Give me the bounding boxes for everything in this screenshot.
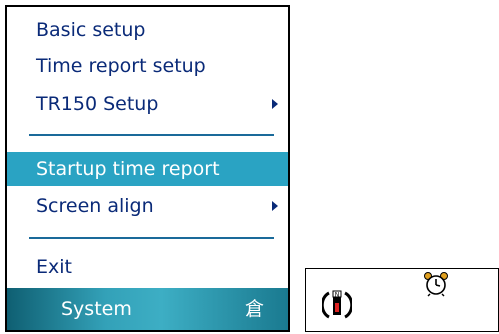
system-softkey[interactable]: System [61, 288, 132, 330]
submenu-arrow-icon [272, 99, 278, 109]
menu-item-label: TR150 Setup [36, 93, 159, 115]
menu-item-screen-align[interactable]: Screen align [7, 189, 288, 223]
menu-separator [29, 237, 274, 239]
menu-item-label: Exit [36, 256, 72, 278]
menu-item-tr150-setup[interactable]: TR150 Setup [7, 87, 288, 121]
menu-separator [29, 134, 274, 136]
softkey-bar: System 倉 [7, 288, 288, 330]
menu-item-basic-setup[interactable]: Basic setup [7, 13, 288, 47]
alarm-clock-icon[interactable] [423, 271, 449, 297]
menu-item-label: Time report setup [36, 55, 206, 77]
menu-item-label: Startup time report [36, 158, 220, 180]
system-tray: N [305, 268, 499, 332]
input-method-icon[interactable]: 倉 [245, 288, 264, 330]
svg-text:N: N [335, 292, 340, 299]
menu-item-label: Screen align [36, 195, 154, 217]
menu-item-label: Basic setup [36, 19, 146, 41]
menu-item-time-report-setup[interactable]: Time report setup [7, 49, 288, 83]
context-menu: Basic setup Time report setup TR150 Setu… [5, 5, 290, 332]
submenu-arrow-icon [272, 201, 278, 211]
menu-item-startup-time-report[interactable]: Startup time report [7, 152, 288, 186]
notification-icon[interactable]: N [322, 287, 352, 321]
menu-item-exit[interactable]: Exit [7, 250, 288, 284]
